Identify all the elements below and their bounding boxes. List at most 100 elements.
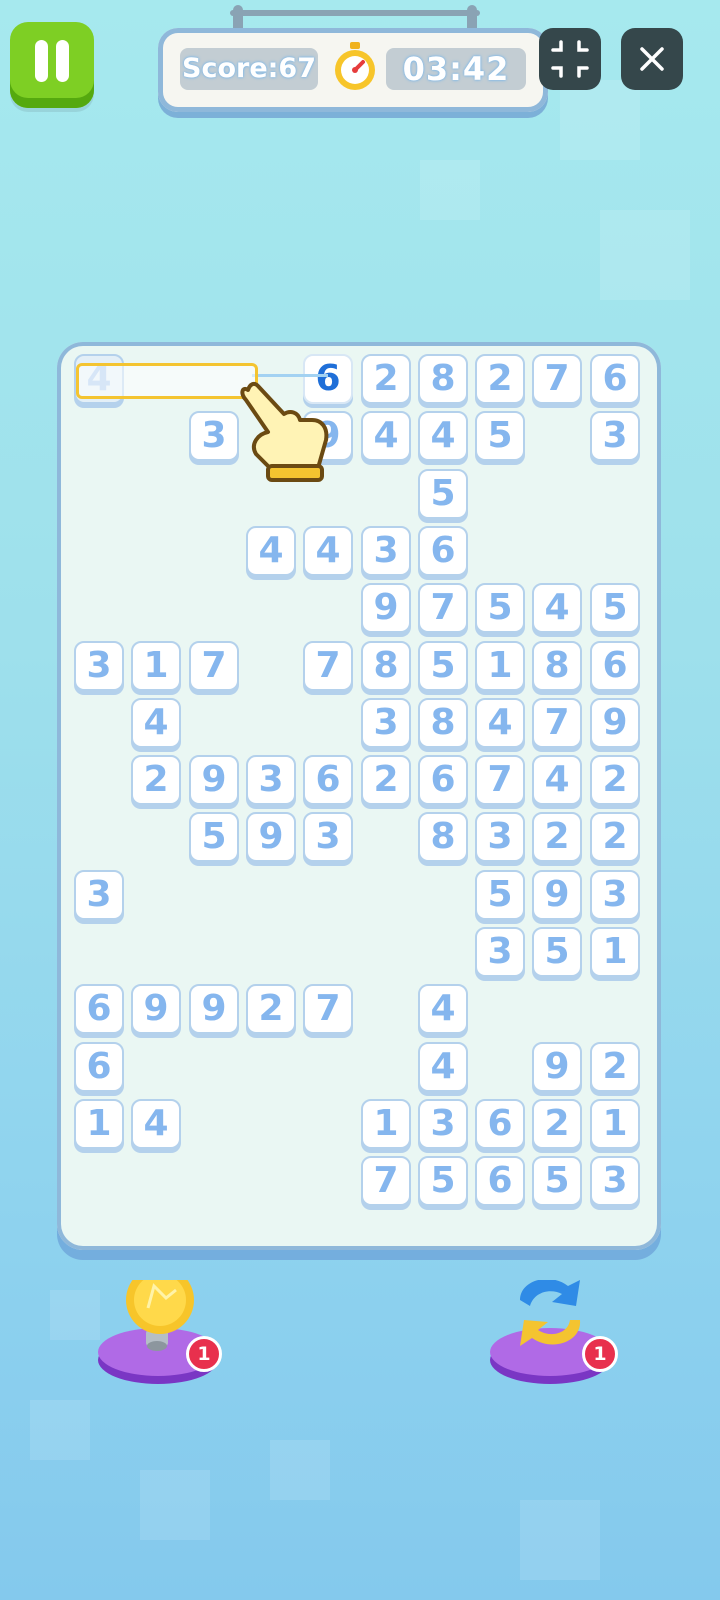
- number-cell[interactable]: 5: [475, 870, 525, 920]
- number-cell[interactable]: 2: [131, 755, 181, 805]
- background-decoration: [520, 1500, 600, 1580]
- number-cell[interactable]: 6: [590, 354, 640, 404]
- score-label: Score:67: [180, 48, 318, 90]
- pause-icon-bar: [56, 40, 69, 82]
- number-cell[interactable]: 5: [590, 583, 640, 633]
- close-icon: [640, 47, 664, 71]
- number-cell[interactable]: 4: [532, 755, 582, 805]
- number-cell[interactable]: 5: [418, 1156, 468, 1206]
- number-cell[interactable]: 2: [590, 755, 640, 805]
- number-cell[interactable]: 3: [361, 526, 411, 576]
- number-cell[interactable]: 4: [246, 526, 296, 576]
- number-cell[interactable]: 9: [189, 755, 239, 805]
- number-cell[interactable]: 7: [303, 641, 353, 691]
- number-cell[interactable]: 3: [303, 812, 353, 862]
- number-cell[interactable]: 4: [418, 984, 468, 1034]
- number-cell[interactable]: 8: [418, 698, 468, 748]
- number-cell[interactable]: 2: [590, 812, 640, 862]
- number-cell[interactable]: 6: [418, 755, 468, 805]
- score-timer-panel: Score:67 03:42: [158, 28, 548, 112]
- number-cell[interactable]: 2: [590, 1042, 640, 1092]
- number-cell[interactable]: 9: [246, 812, 296, 862]
- number-cell[interactable]: 4: [532, 583, 582, 633]
- number-cell[interactable]: 4: [361, 411, 411, 461]
- number-cell[interactable]: 9: [361, 583, 411, 633]
- number-cell[interactable]: 3: [189, 411, 239, 461]
- background-decoration: [600, 210, 690, 300]
- number-cell[interactable]: 8: [532, 641, 582, 691]
- exit-fullscreen-button[interactable]: [539, 28, 601, 90]
- number-cell[interactable]: 7: [361, 1156, 411, 1206]
- number-cell[interactable]: 9: [590, 698, 640, 748]
- number-cell[interactable]: 3: [590, 870, 640, 920]
- number-cell[interactable]: 6: [74, 1042, 124, 1092]
- number-cell[interactable]: 1: [74, 1099, 124, 1149]
- number-cell[interactable]: 4: [475, 698, 525, 748]
- number-cell[interactable]: 5: [418, 641, 468, 691]
- number-cell[interactable]: 2: [246, 984, 296, 1034]
- stopwatch-icon: [335, 42, 375, 90]
- pause-button[interactable]: [10, 22, 94, 108]
- number-cell[interactable]: 5: [475, 583, 525, 633]
- number-cell[interactable]: 8: [361, 641, 411, 691]
- number-cell[interactable]: 7: [303, 984, 353, 1034]
- background-decoration: [140, 1470, 210, 1540]
- shuffle-powerup-button[interactable]: 1: [490, 1278, 630, 1400]
- number-cell[interactable]: 3: [475, 927, 525, 977]
- timer-display: 03:42: [386, 48, 526, 90]
- number-cell[interactable]: 9: [532, 870, 582, 920]
- number-cell[interactable]: 3: [418, 1099, 468, 1149]
- background-decoration: [270, 1440, 330, 1500]
- hint-highlight: [76, 363, 258, 399]
- number-cell[interactable]: 3: [590, 411, 640, 461]
- close-button[interactable]: [621, 28, 683, 90]
- number-cell[interactable]: 3: [590, 1156, 640, 1206]
- shuffle-count-badge: 1: [582, 1336, 618, 1372]
- hint-count-badge: 1: [186, 1336, 222, 1372]
- number-cell[interactable]: 9: [131, 984, 181, 1034]
- number-cell[interactable]: 5: [189, 812, 239, 862]
- number-cell[interactable]: 4: [303, 526, 353, 576]
- number-cell[interactable]: 8: [418, 354, 468, 404]
- number-cell[interactable]: 2: [361, 354, 411, 404]
- background-decoration: [50, 1290, 100, 1340]
- number-cell[interactable]: 9: [189, 984, 239, 1034]
- number-cell[interactable]: 3: [475, 812, 525, 862]
- number-cell[interactable]: 1: [590, 927, 640, 977]
- number-cell[interactable]: 5: [532, 927, 582, 977]
- number-cell[interactable]: 8: [418, 812, 468, 862]
- number-cell[interactable]: 3: [246, 755, 296, 805]
- number-cell[interactable]: 6: [590, 641, 640, 691]
- number-cell[interactable]: 6: [303, 755, 353, 805]
- number-cell[interactable]: 4: [418, 1042, 468, 1092]
- number-cell[interactable]: 5: [418, 469, 468, 519]
- number-cell[interactable]: 7: [532, 698, 582, 748]
- number-cell[interactable]: 5: [475, 411, 525, 461]
- number-cell[interactable]: 1: [475, 641, 525, 691]
- background-decoration: [560, 80, 640, 160]
- hint-powerup-button[interactable]: 1: [96, 1266, 236, 1400]
- number-cell[interactable]: 2: [361, 755, 411, 805]
- number-cell[interactable]: 3: [74, 870, 124, 920]
- number-cell[interactable]: 6: [418, 526, 468, 576]
- number-cell[interactable]: 2: [532, 1099, 582, 1149]
- number-cell[interactable]: 5: [532, 1156, 582, 1206]
- number-cell[interactable]: 6: [475, 1156, 525, 1206]
- number-cell[interactable]: 2: [532, 812, 582, 862]
- number-cell[interactable]: 7: [418, 583, 468, 633]
- number-cell[interactable]: 1: [590, 1099, 640, 1149]
- number-cell[interactable]: 2: [475, 354, 525, 404]
- number-cell[interactable]: 3: [361, 698, 411, 748]
- number-cell[interactable]: 7: [532, 354, 582, 404]
- number-cell[interactable]: 6: [475, 1099, 525, 1149]
- number-cell[interactable]: 7: [189, 641, 239, 691]
- number-cell[interactable]: 9: [532, 1042, 582, 1092]
- number-cell[interactable]: 4: [131, 698, 181, 748]
- number-cell[interactable]: 3: [74, 641, 124, 691]
- number-cell[interactable]: 1: [361, 1099, 411, 1149]
- number-cell[interactable]: 1: [131, 641, 181, 691]
- number-cell[interactable]: 4: [131, 1099, 181, 1149]
- number-cell[interactable]: 7: [475, 755, 525, 805]
- number-cell[interactable]: 6: [74, 984, 124, 1034]
- number-cell[interactable]: 4: [418, 411, 468, 461]
